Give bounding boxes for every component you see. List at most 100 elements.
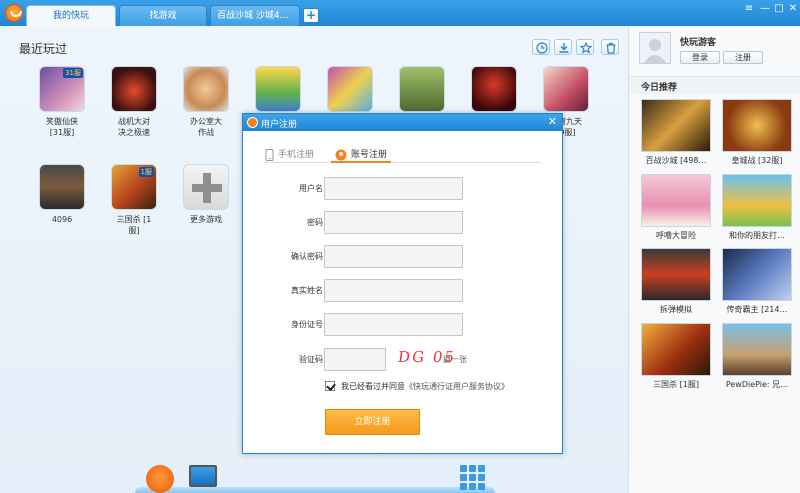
recommended-item[interactable]: 呼噜大冒险 xyxy=(639,174,713,241)
recommended-item[interactable]: 百战沙城 [498… xyxy=(639,99,713,166)
recommended-label: 呼噜大冒险 xyxy=(656,231,696,240)
menu-icon[interactable]: ≡ xyxy=(741,2,757,16)
recommended-thumbnail xyxy=(641,248,711,301)
recommended-label: 皇城战 [32服] xyxy=(731,156,783,165)
recommended-item[interactable]: 拆弹模拟 xyxy=(639,248,713,315)
game-item[interactable] xyxy=(392,66,452,116)
submit-register-button[interactable]: 立即注册 xyxy=(325,409,420,435)
section-title: 最近玩过 xyxy=(19,42,68,56)
tab-label: 我的快玩 xyxy=(52,11,89,21)
captcha-input[interactable] xyxy=(324,348,386,371)
game-label: 战机大对 决之极速 xyxy=(118,117,150,137)
recommended-item[interactable]: 和你的朋友打… xyxy=(720,174,794,241)
id-number-input[interactable] xyxy=(324,313,463,336)
game-thumbnail xyxy=(543,66,589,112)
favorite-button[interactable] xyxy=(576,39,594,55)
recommended-thumbnail xyxy=(641,323,711,376)
phone-icon xyxy=(265,148,274,161)
recommended-label: PewDiePie: 兄… xyxy=(725,380,789,389)
game-label: 4096 xyxy=(51,215,73,224)
plus-icon xyxy=(183,164,229,210)
recommended-item[interactable]: PewDiePie: 兄… xyxy=(720,323,794,390)
recommended-label: 拆弹模拟 xyxy=(660,305,692,314)
recommended-thumbnail xyxy=(722,174,792,227)
more-games-button[interactable]: 更多游戏 xyxy=(176,164,236,225)
recommended-item[interactable]: 皇城战 [32服] xyxy=(720,99,794,166)
monitor-icon[interactable] xyxy=(189,465,217,487)
server-badge: 1服 xyxy=(138,167,154,177)
recommended-label: 三国杀 [1服] xyxy=(653,380,699,389)
agree-text: 我已经看过并同意《快玩通行证用户服务协议》 xyxy=(341,381,509,392)
game-label: 三国杀 [1 服] xyxy=(116,215,152,235)
dialog-title-bar: 用户注册 ✕ xyxy=(243,114,562,131)
today-title: 今日推荐 xyxy=(641,83,678,93)
history-button[interactable] xyxy=(532,39,550,55)
kuaiwan-logo-icon[interactable] xyxy=(146,465,174,493)
add-tab-button[interactable]: + xyxy=(303,8,319,23)
confirm-password-input[interactable] xyxy=(324,245,463,268)
download-icon xyxy=(559,43,569,53)
refresh-captcha-link[interactable]: 换一张 xyxy=(443,354,467,365)
recommended-thumbnail xyxy=(641,99,711,152)
game-label: 更多游戏 xyxy=(190,215,222,224)
recommended-item[interactable]: 三国杀 [1服] xyxy=(639,323,713,390)
game-item[interactable] xyxy=(464,66,524,116)
confirm-password-label: 确认密码 xyxy=(291,252,323,261)
tab-account-register[interactable]: 账号注册 xyxy=(335,147,387,161)
close-icon[interactable]: ✕ xyxy=(785,2,800,16)
username-label: 用户名 xyxy=(299,184,323,193)
active-tab-indicator xyxy=(331,161,391,163)
recommended-item[interactable]: 传奇霸主 [214… xyxy=(720,248,794,315)
user-silhouette-icon xyxy=(644,39,666,63)
username-input[interactable] xyxy=(324,177,463,200)
real-name-input[interactable] xyxy=(324,279,463,302)
tab-label: 账号注册 xyxy=(351,150,388,160)
game-item[interactable] xyxy=(248,66,308,116)
game-thumbnail: 31服 xyxy=(39,66,85,112)
game-item[interactable]: 办公室大 作战 xyxy=(176,66,236,138)
nickname: 快玩游客 xyxy=(680,38,717,48)
recommended-label: 百战沙城 [498… xyxy=(645,156,707,165)
captcha-label: 验证码 xyxy=(299,355,323,364)
game-item[interactable]: 31服 笑傲仙侠 [31服] xyxy=(32,66,92,138)
recommended-label: 和你的朋友打… xyxy=(729,231,785,240)
dialog-logo-icon xyxy=(247,117,258,128)
recommended-thumbnail xyxy=(722,323,792,376)
agreement-link[interactable]: 《快玩通行证用户服务协议》 xyxy=(405,382,509,391)
agree-prefix: 我已经看过并同意 xyxy=(341,382,405,391)
game-item[interactable]: 战机大对 决之极速 xyxy=(104,66,164,138)
delete-button[interactable] xyxy=(601,39,619,55)
game-thumbnail xyxy=(39,164,85,210)
account-icon xyxy=(335,149,347,160)
bottom-dock xyxy=(135,487,495,493)
dialog-title: 用户注册 xyxy=(261,120,298,130)
download-button[interactable] xyxy=(554,39,572,55)
recommended-thumbnail xyxy=(722,248,792,301)
apps-grid-icon[interactable] xyxy=(460,465,486,491)
game-thumbnail xyxy=(399,66,445,112)
avatar[interactable] xyxy=(639,32,671,64)
server-badge: 31服 xyxy=(63,68,83,78)
star-icon xyxy=(580,42,592,54)
game-item[interactable]: 4096 xyxy=(32,164,92,225)
dialog-close-icon[interactable]: ✕ xyxy=(548,115,557,128)
tab-my-games[interactable]: 我的快玩 xyxy=(26,5,116,26)
tab-phone-register[interactable]: 手机注册 xyxy=(265,147,314,161)
tab-label: 找游戏 xyxy=(149,11,177,21)
recommended-thumbnail xyxy=(722,99,792,152)
tab-label: 百战沙城 沙城4… xyxy=(217,11,289,21)
game-item[interactable] xyxy=(320,66,380,116)
register-button[interactable]: 注册 xyxy=(723,51,763,64)
app-logo-icon xyxy=(5,4,23,22)
recommended-thumbnail xyxy=(641,174,711,227)
tab-label: 手机注册 xyxy=(278,150,315,160)
profile-area: 快玩游客 登录 注册 xyxy=(629,26,800,74)
register-dialog: 用户注册 ✕ 手机注册 账号注册 用户名 密码 确认密码 真实姓名 身份证号 验… xyxy=(242,113,563,454)
game-item[interactable]: 1服 三国杀 [1 服] xyxy=(104,164,164,236)
agree-checkbox[interactable] xyxy=(325,381,335,391)
tab-game[interactable]: 百战沙城 沙城4… xyxy=(210,5,300,26)
password-input[interactable] xyxy=(324,211,463,234)
trash-icon xyxy=(606,42,616,54)
tab-find-games[interactable]: 找游戏 xyxy=(119,5,207,26)
login-button[interactable]: 登录 xyxy=(680,51,720,64)
